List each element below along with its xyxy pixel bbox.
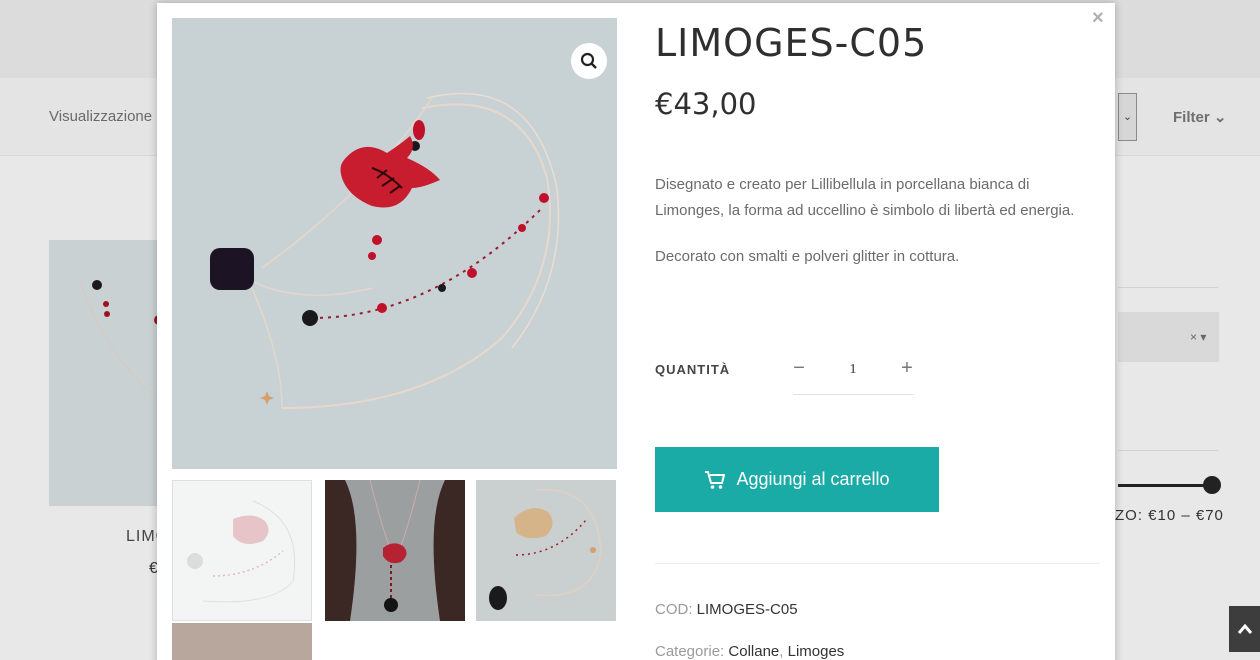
price-slider-handle[interactable]: [1203, 476, 1221, 494]
filter-button[interactable]: Filter ⌄: [1173, 108, 1226, 126]
close-icon[interactable]: ×: [1092, 7, 1104, 30]
price-range-label: ZO: €10 – €70: [1115, 507, 1224, 524]
necklace-image: [476, 480, 616, 621]
sku-value: LIMOGES-C05: [696, 601, 798, 618]
divider: [655, 563, 1100, 564]
product-thumbnail[interactable]: [49, 240, 159, 506]
sort-label[interactable]: Visualizzazione: [49, 108, 152, 125]
necklace-image: [187, 500, 296, 603]
product-sku: COD: LIMOGES-C05: [655, 601, 798, 618]
scroll-top-button[interactable]: [1229, 606, 1260, 652]
product-categories: Categorie: Collane, Limoges: [655, 643, 845, 660]
description-paragraph: Disegnato e creato per Lillibellula in p…: [655, 176, 1075, 219]
quantity-increase-button[interactable]: +: [898, 357, 916, 380]
divider: [1118, 287, 1218, 288]
quantity-input[interactable]: [833, 359, 873, 381]
quantity-label: QUANTITÀ: [655, 362, 731, 377]
product-thumbnail[interactable]: [172, 623, 312, 660]
add-to-cart-button[interactable]: Aggiungi al carrello: [655, 447, 939, 512]
category-link-collane[interactable]: Collane: [728, 643, 779, 660]
main-product-image[interactable]: [172, 18, 617, 469]
categories-label: Categorie:: [655, 643, 725, 660]
chevron-up-icon: [1237, 623, 1252, 634]
necklace-image: [78, 279, 159, 401]
add-to-cart-label: Aggiungi al carrello: [736, 469, 890, 489]
category-link-limoges[interactable]: Limoges: [788, 643, 845, 660]
product-thumbnail[interactable]: [325, 480, 465, 621]
product-thumbnail[interactable]: [172, 480, 312, 621]
chevron-down-icon[interactable]: ⌄: [1118, 93, 1137, 141]
cart-icon: [705, 470, 726, 489]
search-icon: [580, 52, 597, 69]
filter-label: Filter: [1173, 109, 1210, 126]
clear-select-icon[interactable]: × ▾: [1190, 330, 1206, 344]
zoom-button[interactable]: [571, 43, 607, 79]
sku-label: COD:: [655, 601, 693, 618]
worn-necklace-image: [325, 480, 465, 621]
divider: [1118, 450, 1218, 451]
product-description: Disegnato e creato per Lillibellula in p…: [655, 172, 1095, 290]
quantity-underline: [793, 394, 914, 395]
description-paragraph: Decorato con smalti e polveri glitter in…: [655, 248, 960, 265]
price-slider-track[interactable]: [1118, 484, 1212, 487]
quantity-decrease-button[interactable]: −: [790, 357, 808, 380]
product-title: LIMOGES-C05: [655, 21, 928, 65]
product-thumbnail[interactable]: [476, 480, 616, 621]
necklace-image: [172, 18, 617, 469]
product-price: €43,00: [655, 87, 757, 121]
quick-view-modal: × LIMOGES-C05 €43,00 Disegnato e creato …: [157, 3, 1115, 660]
